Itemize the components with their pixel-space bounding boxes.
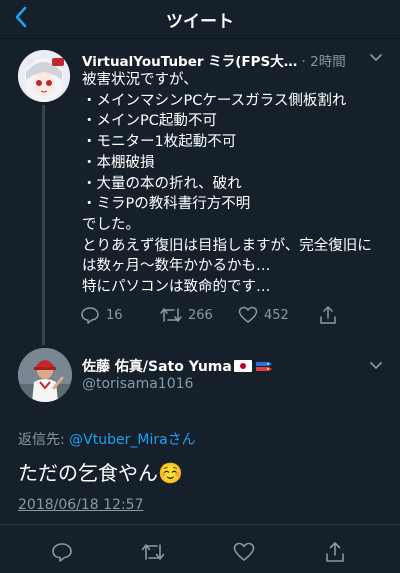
author-handle[interactable]: @torisama1016 (82, 376, 193, 392)
share-icon (326, 542, 344, 562)
avatar[interactable] (18, 348, 72, 402)
heart-icon (238, 306, 258, 323)
like-button[interactable] (233, 542, 255, 562)
header-bar: ツイート (0, 0, 400, 39)
retweet-button[interactable] (141, 542, 165, 562)
reply-button[interactable]: 16 (80, 306, 123, 324)
reply-mention-link[interactable]: @Vtuber_Miraさん (69, 432, 196, 448)
reply-icon (81, 307, 99, 324)
tweet-menu-button[interactable] (369, 52, 383, 66)
author-name[interactable]: 佐藤 佑真/Sato Yuma (82, 359, 232, 375)
avatar[interactable] (18, 50, 70, 102)
author-line: 佐藤 佑真/Sato Yuma (82, 356, 273, 376)
chevron-down-icon (370, 362, 382, 370)
tweet-author-line: VirtualYouTuber ミラ(FPS大… · 2時間 (82, 50, 357, 70)
tweet-menu-button[interactable] (369, 360, 383, 374)
divider (0, 524, 400, 525)
reply-to-label: 返信先: (18, 432, 70, 448)
carp-streamer-icon (255, 362, 272, 371)
page-title: ツイート (166, 12, 234, 32)
reply-to-line: 返信先: @Vtuber_Miraさん (18, 429, 196, 449)
japan-flag-icon (233, 360, 252, 372)
share-button[interactable] (319, 305, 337, 325)
thread-line (42, 105, 45, 345)
like-count: 452 (264, 307, 289, 323)
reply-count: 16 (106, 307, 123, 323)
reply-button[interactable] (51, 542, 73, 562)
chevron-down-icon (370, 54, 382, 62)
share-button[interactable] (325, 541, 345, 563)
retweet-button[interactable]: 266 (160, 306, 213, 324)
tweet-timestamp[interactable]: 2018/06/18 12:57 (18, 497, 144, 513)
retweet-icon (141, 544, 165, 560)
author-name[interactable]: VirtualYouTuber ミラ(FPS大… (82, 54, 297, 70)
share-icon (320, 306, 336, 324)
retweet-count: 266 (188, 307, 213, 323)
heart-icon (233, 542, 255, 562)
tweet-text: 被害状況ですが、 ・メインマシンPCケースガラス側板割れ ・メインPC起動不可 … (82, 72, 372, 296)
tweet-text: ただの乞食やん☺️ (18, 461, 183, 485)
like-button[interactable]: 452 (238, 306, 289, 324)
reply-icon (52, 543, 72, 562)
retweet-icon (160, 308, 182, 322)
tweet-time[interactable]: · 2時間 (302, 54, 346, 70)
